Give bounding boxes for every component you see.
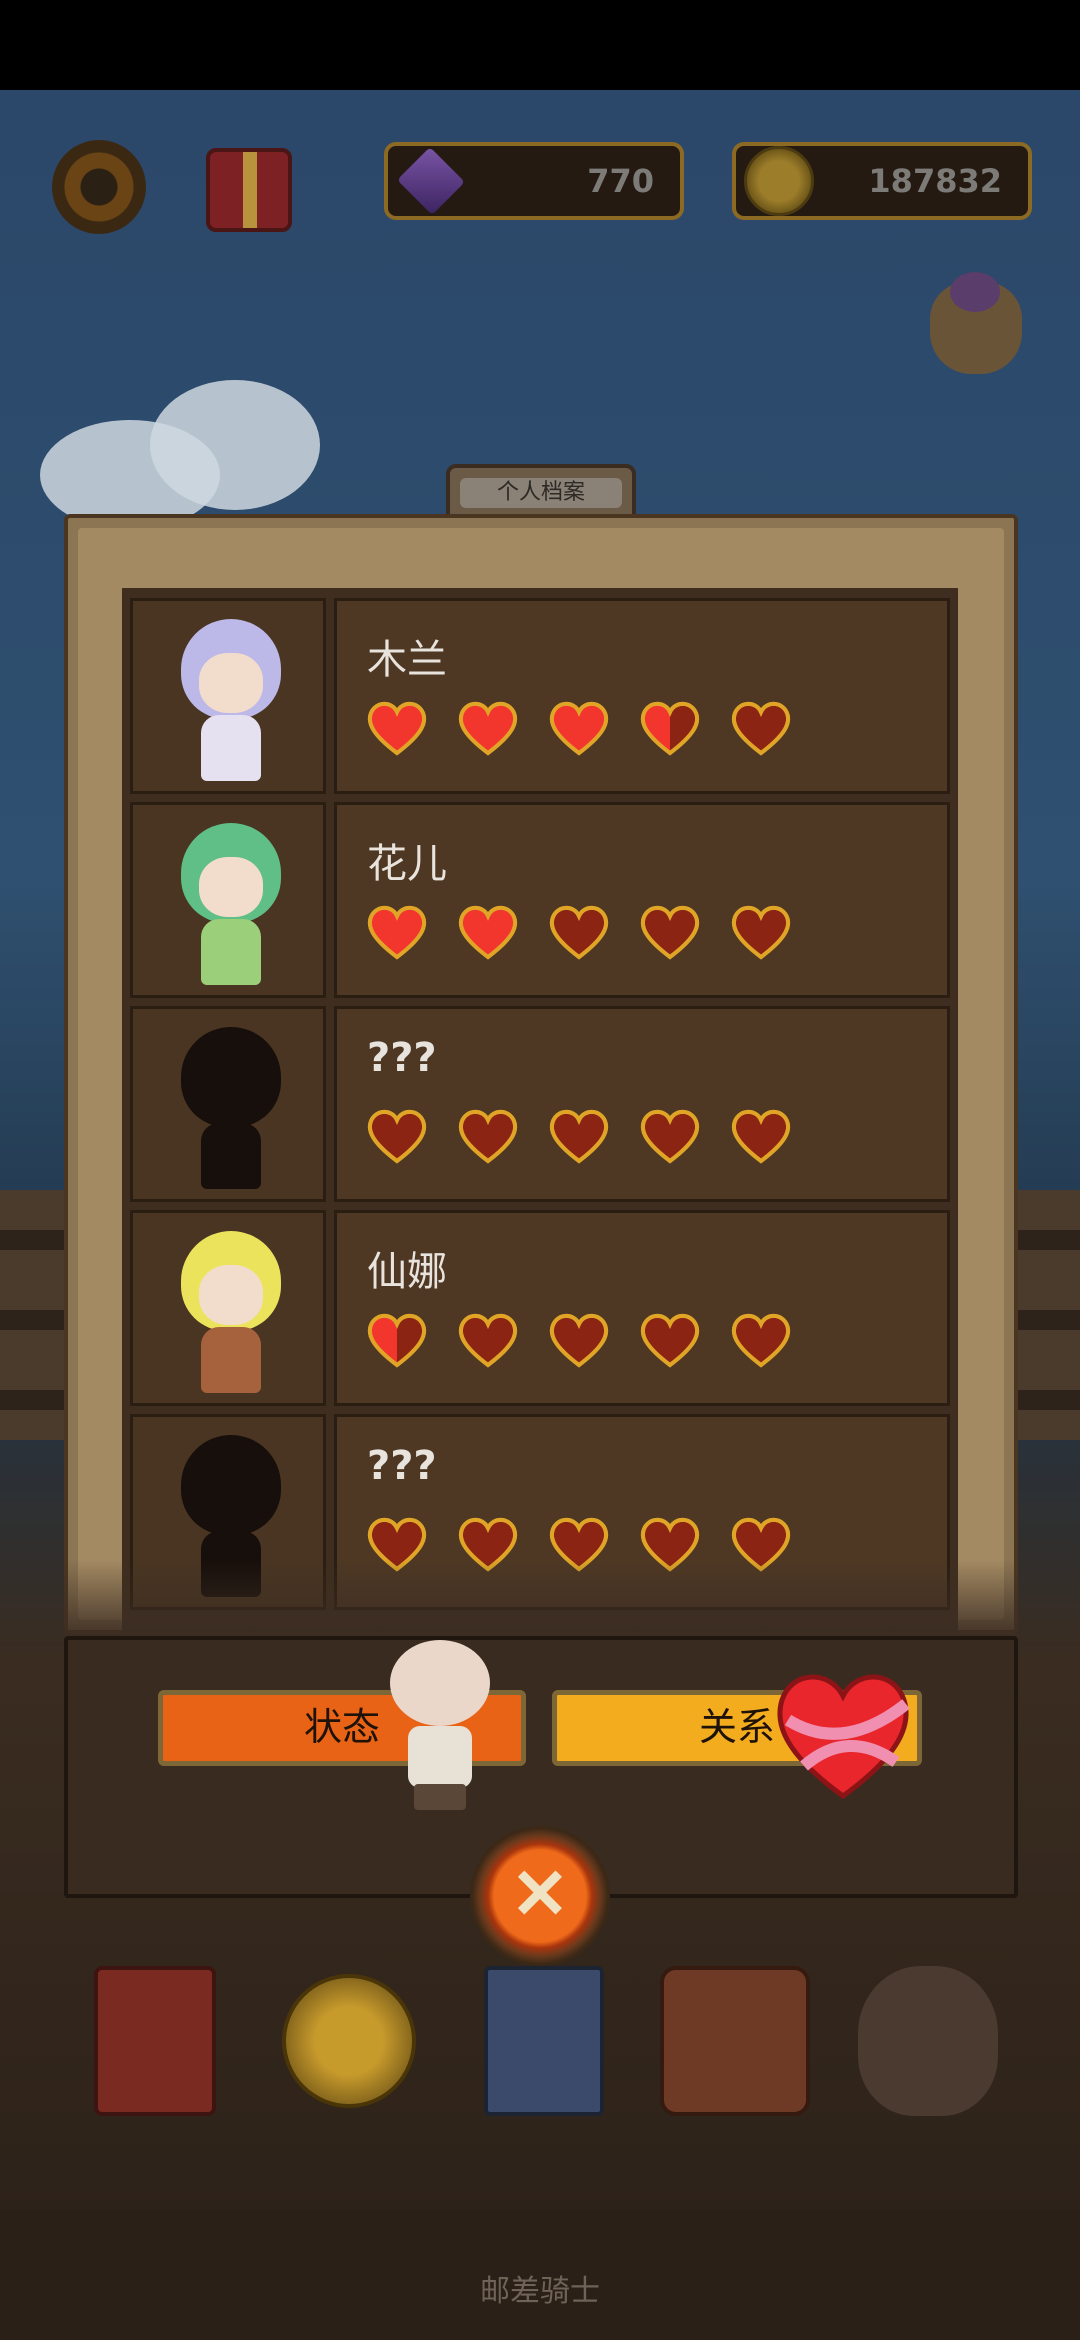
character-row[interactable]: ???	[130, 1006, 950, 1202]
heart-empty-icon	[458, 1109, 518, 1164]
heart-full-icon	[458, 905, 518, 960]
gift-box-icon[interactable]	[206, 148, 292, 232]
heart-empty-icon	[549, 905, 609, 960]
heart-empty-icon	[640, 905, 700, 960]
heart-full-icon	[458, 701, 518, 756]
character-row[interactable]: 花儿	[130, 802, 950, 998]
list-fade	[64, 1560, 1018, 1640]
money-sack-icon[interactable]	[858, 1966, 998, 2116]
footer: 邮差骑士	[0, 2210, 1080, 2340]
heart-half-icon	[367, 1313, 427, 1368]
heart-full-icon	[549, 701, 609, 756]
game-title: 邮差骑士	[480, 2274, 600, 2309]
character-portrait-xianna	[130, 1210, 326, 1406]
gem-counter: 770	[384, 142, 684, 220]
character-name: 木兰	[367, 637, 447, 683]
character-portrait-huaer	[130, 802, 326, 998]
gem-icon	[397, 147, 465, 215]
heart-full-icon	[367, 905, 427, 960]
coin-count: 187832	[868, 162, 1002, 200]
star-medal-icon[interactable]	[282, 1974, 416, 2108]
character-portrait-mulan	[130, 598, 326, 794]
heart-empty-icon	[549, 1313, 609, 1368]
heart-empty-icon	[731, 701, 791, 756]
card-deck-icon[interactable]	[484, 1966, 604, 2116]
heart-empty-icon	[640, 1109, 700, 1164]
treasure-bag-icon[interactable]	[930, 272, 1022, 374]
character-name: 花儿	[367, 841, 447, 887]
character-row[interactable]: 木兰	[130, 598, 950, 794]
cloud	[150, 380, 320, 510]
character-name: 仙娜	[367, 1249, 447, 1295]
coin-icon	[744, 146, 814, 216]
close-icon: ✕	[510, 1855, 570, 1933]
courier-character	[380, 1634, 500, 1810]
heart-empty-icon	[731, 1313, 791, 1368]
heart-full-icon	[367, 701, 427, 756]
close-button[interactable]: ✕	[470, 1826, 610, 1966]
character-list[interactable]: 木兰 花儿 ??? 仙娜 ???	[122, 588, 958, 1633]
settings-gear-icon[interactable]	[52, 140, 146, 234]
heart-empty-icon	[458, 1313, 518, 1368]
character-name: ???	[367, 1443, 437, 1489]
profile-tab-label: 个人档案	[460, 478, 622, 508]
profile-tab[interactable]: 个人档案	[446, 464, 636, 520]
heart-half-icon	[640, 701, 700, 756]
character-name: ???	[367, 1035, 437, 1081]
gem-count: 770	[587, 162, 654, 200]
heart-empty-icon	[731, 905, 791, 960]
heart-empty-icon	[367, 1109, 427, 1164]
ribbon-heart-icon	[777, 1674, 910, 1800]
heart-empty-icon	[640, 1313, 700, 1368]
backpack-icon[interactable]	[660, 1966, 810, 2116]
character-portrait-locked	[130, 1006, 326, 1202]
coin-counter: 187832	[732, 142, 1032, 220]
book-icon[interactable]	[94, 1966, 216, 2116]
character-row[interactable]: 仙娜	[130, 1210, 950, 1406]
heart-empty-icon	[549, 1109, 609, 1164]
heart-empty-icon	[731, 1109, 791, 1164]
